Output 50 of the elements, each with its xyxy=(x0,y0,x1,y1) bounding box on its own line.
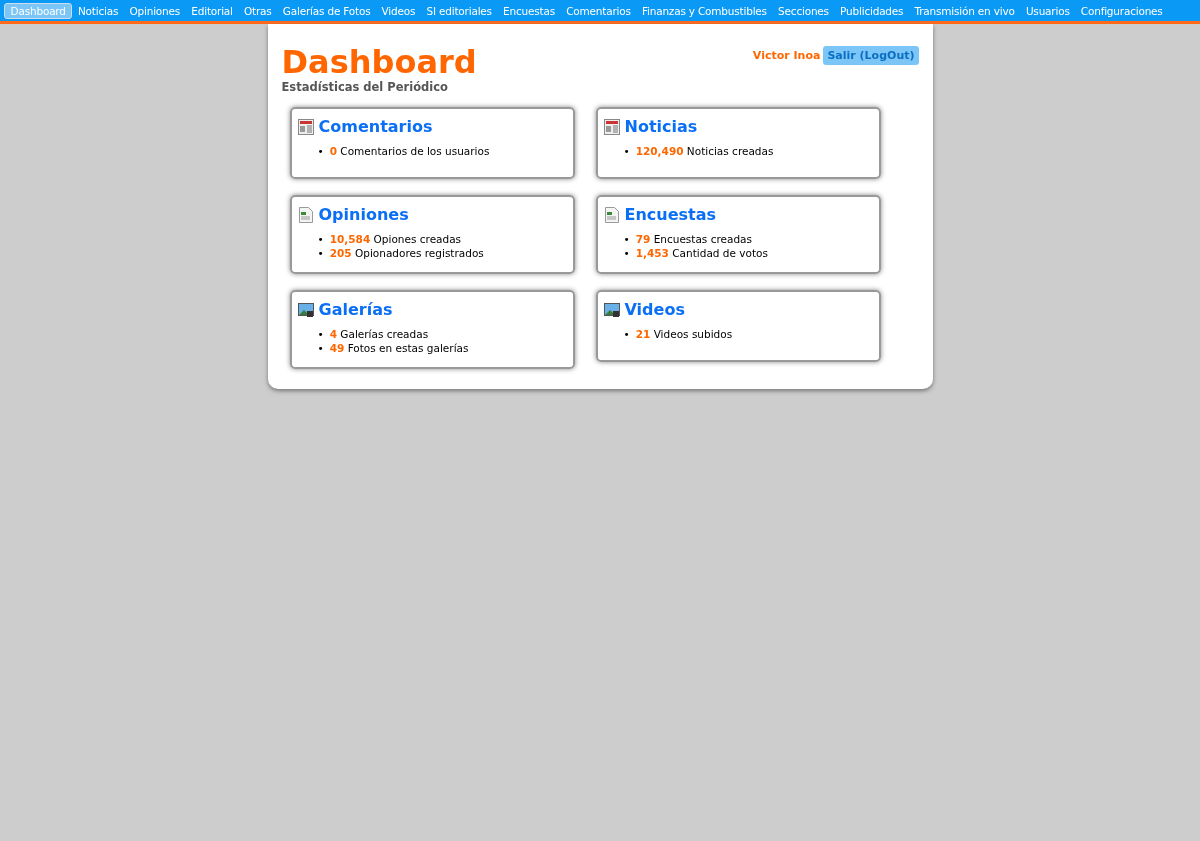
bullet: • xyxy=(317,341,324,355)
picture-icon xyxy=(297,301,314,318)
document-icon xyxy=(603,206,620,223)
nav-tab[interactable]: Otras xyxy=(238,3,278,18)
nav-tab[interactable]: Noticias xyxy=(72,3,124,18)
stat-text: 120,490 Noticias creadas xyxy=(635,144,774,158)
stat-text: 10,584 Opiones creadas xyxy=(329,232,462,246)
stat-text: 1,453 Cantidad de votos xyxy=(635,246,768,260)
newspaper-icon xyxy=(603,118,620,135)
card-title: Comentarios xyxy=(318,117,433,136)
bullet: • xyxy=(623,232,630,246)
document-icon xyxy=(297,206,314,223)
nav-tab[interactable]: Secciones xyxy=(772,3,835,18)
bullet: • xyxy=(317,144,324,158)
nav-tab[interactable]: Videos xyxy=(376,3,421,18)
nav-tab[interactable]: Transmisión en vivo xyxy=(908,3,1021,18)
nav-tab[interactable]: Usuarios xyxy=(1020,3,1076,18)
bullet: • xyxy=(317,246,324,260)
newspaper-icon xyxy=(297,118,314,135)
nav-tab[interactable]: Finanzas y Combustibles xyxy=(636,3,773,18)
logout-button[interactable]: Salir (LogOut) xyxy=(823,46,919,65)
nav-tab[interactable]: SI editoriales xyxy=(420,3,498,18)
nav-tab[interactable]: Publicidades xyxy=(834,3,909,18)
stat-text: 4 Galerías creadas xyxy=(329,327,429,341)
user-name: Victor Inoa xyxy=(752,49,821,62)
nav-tab[interactable]: Editorial xyxy=(185,3,239,18)
stat-text: 0 Comentarios de los usuarios xyxy=(329,144,490,158)
page-title: Dashboard xyxy=(281,44,477,80)
bullet: • xyxy=(623,246,630,260)
nav-tab[interactable]: Comentarios xyxy=(560,3,637,18)
card-title: Noticias xyxy=(624,117,698,136)
nav-tab[interactable]: Configuraciones xyxy=(1075,3,1169,18)
page-subtitle: Estadísticas del Periódico xyxy=(281,80,449,94)
bullet: • xyxy=(317,327,324,341)
card-title: Opiniones xyxy=(318,205,409,224)
nav-tab[interactable]: Opiniones xyxy=(123,3,186,18)
stat-text: 21 Videos subidos xyxy=(635,327,733,341)
picture-icon xyxy=(603,301,620,318)
nav-tab[interactable]: Encuestas xyxy=(497,3,561,18)
stat-text: 79 Encuestas creadas xyxy=(635,232,752,246)
nav-tab[interactable]: Galerías de Fotos xyxy=(277,3,376,18)
card-title: Galerías xyxy=(318,300,393,319)
nav-tab[interactable]: Dashboard xyxy=(4,2,73,19)
card-title: Encuestas xyxy=(624,205,717,224)
bullet: • xyxy=(623,144,630,158)
stat-text: 49 Fotos en estas galerías xyxy=(329,341,469,355)
bullet: • xyxy=(623,327,630,341)
bullet: • xyxy=(317,232,324,246)
stat-text: 205 Opionadores registrados xyxy=(329,246,484,260)
card-title: Videos xyxy=(624,300,685,319)
